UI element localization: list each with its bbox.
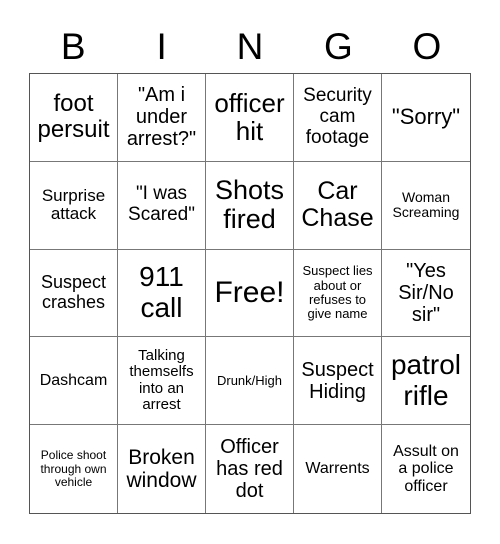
header-letter-g: G: [324, 26, 353, 67]
bingo-cell[interactable]: Suspect lies about or refuses to give na…: [294, 249, 382, 338]
bingo-cell[interactable]: Car Chase: [294, 161, 382, 250]
bingo-cell-label: "Sorry": [391, 104, 461, 130]
bingo-header: B I N G O: [29, 22, 471, 72]
bingo-cell[interactable]: Assult on a police officer: [382, 425, 470, 513]
bingo-cell-label: Shots fired: [214, 174, 285, 235]
bingo-cell[interactable]: "Am i under arrest?": [118, 74, 206, 162]
bingo-cell-free[interactable]: Free!: [206, 249, 294, 338]
bingo-grid: foot persuit "Am i under arrest?" officer …: [29, 73, 471, 514]
header-letter-i: I: [156, 26, 167, 67]
bingo-cell-label: Security cam footage: [303, 85, 372, 148]
bingo-cell[interactable]: Dashcam: [30, 337, 118, 426]
bingo-cell[interactable]: Security cam footage: [294, 74, 382, 162]
header-letter-b: B: [60, 26, 86, 67]
bingo-cell[interactable]: Suspect Hiding: [294, 337, 382, 426]
bingo-cell-label: foot persuit: [37, 90, 110, 144]
bingo-cell-label: Suspect Hiding: [301, 358, 374, 403]
bingo-cell[interactable]: "I was Scared": [118, 161, 206, 250]
bingo-cell-label: 911 call: [139, 261, 184, 323]
bingo-cell-label: patrol rifle: [390, 348, 462, 411]
header-letter-o: O: [412, 26, 442, 67]
bingo-cell[interactable]: foot persuit: [30, 74, 118, 162]
bingo-cell[interactable]: Talking themselfs into an arrest: [118, 337, 206, 426]
bingo-cell-label: "I was Scared": [128, 183, 195, 226]
bingo-cell[interactable]: Police shoot through own vehicle: [30, 425, 118, 513]
bingo-cell-label: "Am i under arrest?": [126, 84, 197, 151]
bingo-cell[interactable]: Suspect crashes: [30, 249, 118, 338]
bingo-cell[interactable]: "Sorry": [382, 74, 470, 162]
bingo-cell-label: Suspect lies about or refuses to give na…: [302, 263, 373, 322]
bingo-cell[interactable]: Surprise attack: [30, 161, 118, 250]
bingo-cell[interactable]: Drunk/High: [206, 337, 294, 426]
bingo-cell-label: Surprise attack: [41, 185, 106, 224]
header-letter-n: N: [236, 26, 264, 67]
bingo-cell-label: Broken window: [126, 446, 197, 493]
bingo-cell-label: Assult on a police officer: [393, 442, 459, 495]
bingo-cell-label: officer hit: [214, 87, 285, 147]
bingo-cell-label: Talking themselfs into an arrest: [129, 346, 194, 414]
bingo-cell-label: Warrents: [305, 460, 370, 478]
bingo-cell-label: Suspect crashes: [40, 272, 107, 312]
bingo-cell[interactable]: patrol rifle: [382, 337, 470, 426]
bingo-cell[interactable]: officer hit: [206, 74, 294, 162]
bingo-cell[interactable]: Broken window: [118, 425, 206, 513]
bingo-cell-label: Car Chase: [301, 176, 374, 233]
bingo-cell[interactable]: 911 call: [118, 249, 206, 338]
bingo-cell-label: Drunk/High: [216, 372, 283, 388]
bingo-cell[interactable]: "Yes Sir/No sir": [382, 250, 470, 338]
bingo-cell-label: Woman Screaming: [392, 188, 460, 221]
bingo-cell[interactable]: Warrents: [294, 425, 382, 513]
bingo-cell-label: Police shoot through own vehicle: [40, 448, 107, 489]
bingo-cell[interactable]: Shots fired: [206, 161, 294, 250]
bingo-cell[interactable]: Woman Screaming: [382, 162, 470, 250]
bingo-cell-label: Free!: [214, 276, 285, 310]
bingo-cell-label: "Yes Sir/No sir": [398, 259, 454, 326]
bingo-cell[interactable]: Officer has red dot: [206, 425, 294, 513]
bingo-cell-label: Officer has red dot: [216, 436, 283, 503]
bingo-cell-label: Dashcam: [39, 371, 108, 389]
